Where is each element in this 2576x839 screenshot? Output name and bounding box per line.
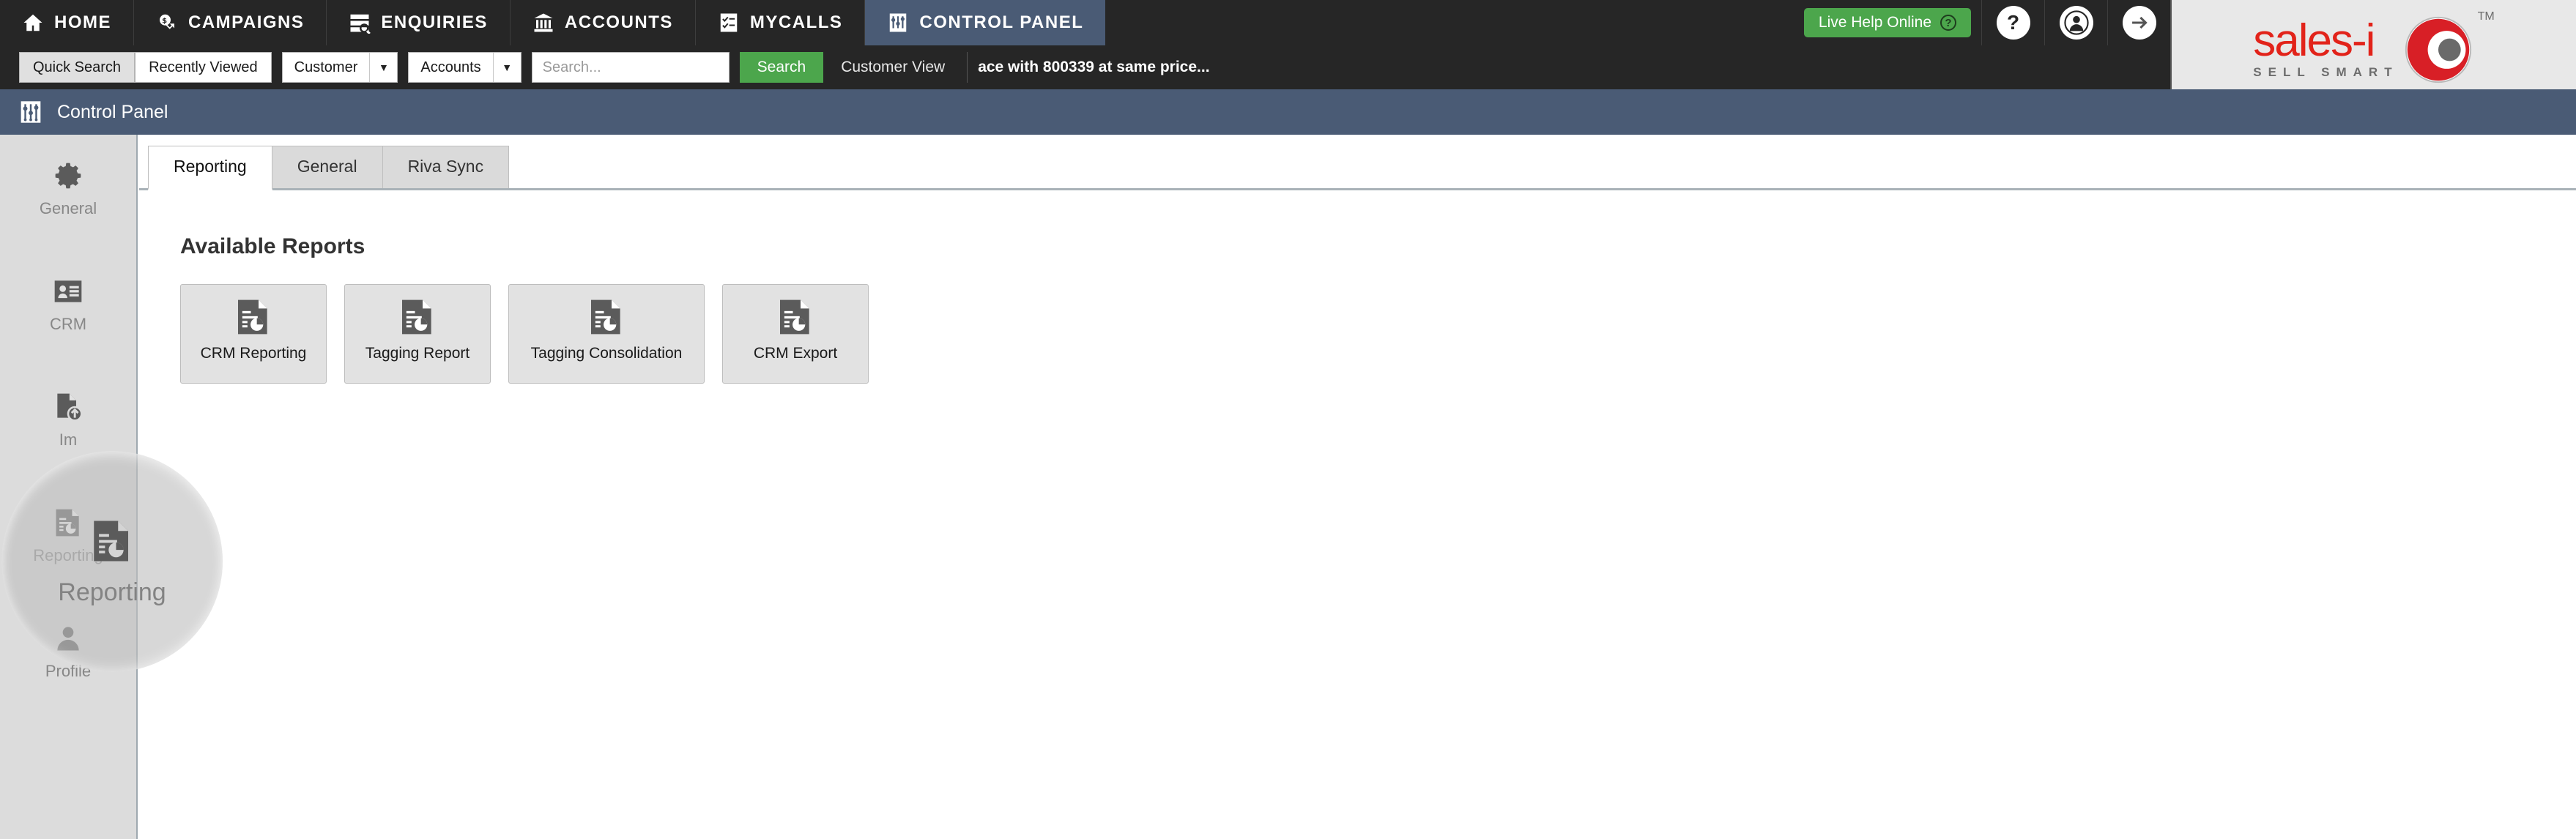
- sidebar-label-import: Im: [59, 430, 78, 449]
- search-input[interactable]: [531, 52, 730, 83]
- logo-trademark: TM: [2477, 10, 2495, 23]
- svg-text:$: $: [162, 18, 168, 26]
- nav-item-home[interactable]: HOME: [0, 0, 134, 45]
- report-tile-tagging-consolidation[interactable]: Tagging Consolidation: [508, 284, 705, 384]
- nav-label-enquiries: ENQUIRIES: [381, 12, 488, 32]
- nav-label-home: HOME: [54, 12, 111, 32]
- report-tile-label: CRM Reporting: [200, 345, 307, 362]
- chevron-down-icon: ▼: [492, 53, 521, 82]
- user-avatar-icon: [2059, 6, 2093, 40]
- report-tile-label: CRM Export: [753, 345, 838, 362]
- page-title-bar: Control Panel: [0, 89, 2576, 135]
- home-icon: [23, 14, 42, 31]
- nav-item-accounts[interactable]: ACCOUNTS: [511, 0, 696, 45]
- tab-general[interactable]: General: [271, 146, 383, 188]
- chevron-down-icon: ▼: [369, 53, 397, 82]
- report-document-icon: [238, 299, 267, 335]
- control-panel-icon: [890, 13, 907, 32]
- report-tile-label: Tagging Consolidation: [530, 345, 683, 362]
- help-icon: ?: [1996, 6, 2030, 40]
- nav-item-mycalls[interactable]: MYCALLS: [696, 0, 866, 45]
- import-icon: [57, 393, 83, 422]
- tab-riva-sync[interactable]: Riva Sync: [382, 146, 510, 188]
- campaigns-icon: $: [160, 14, 174, 29]
- logout-arrow-icon: [2122, 6, 2156, 40]
- logout-button[interactable]: [2107, 0, 2170, 45]
- help-button[interactable]: ?: [1981, 0, 2044, 45]
- report-tile-crm-reporting[interactable]: CRM Reporting: [180, 284, 327, 384]
- news-ticker-text: ace with 800339 at same price...: [978, 59, 1210, 75]
- sidebar-item-general[interactable]: General: [0, 160, 136, 218]
- sidebar-item-profile[interactable]: Profile: [0, 622, 136, 681]
- nav-item-enquiries[interactable]: ENQUIRIES: [327, 0, 511, 45]
- live-help-label: Live Help Online: [1818, 14, 1931, 31]
- nav-item-campaigns[interactable]: $ CAMPAIGNS: [134, 0, 327, 45]
- sidebar-label-profile: Profile: [45, 662, 92, 680]
- user-profile-button[interactable]: [2044, 0, 2107, 45]
- search-toolbar: Quick Search Recently Viewed Customer ▼ …: [0, 45, 2170, 89]
- crm-card-icon: [54, 280, 82, 302]
- search-mode-group: Quick Search Recently Viewed: [19, 52, 272, 83]
- logo-wordmark: sales-i: [2253, 15, 2375, 66]
- tab-strip: Reporting General Riva Sync: [139, 135, 2576, 190]
- nav-label-campaigns: CAMPAIGNS: [188, 12, 305, 32]
- page-title: Control Panel: [57, 101, 168, 122]
- logo-tagline: SELL SMART: [2253, 65, 2399, 80]
- report-document-icon: [591, 299, 620, 335]
- quick-search-button[interactable]: Quick Search: [19, 52, 136, 83]
- top-navigation-bar: HOME $ CAMPAIGNS ENQUIRIES ACCOUNTS MYCA…: [0, 0, 2170, 45]
- recently-viewed-button[interactable]: Recently Viewed: [135, 52, 272, 83]
- live-help-button[interactable]: Live Help Online ?: [1803, 8, 1971, 37]
- accounts-icon: [534, 13, 553, 32]
- customer-view-label: Customer View: [841, 59, 946, 75]
- sidebar-item-crm[interactable]: CRM: [0, 275, 136, 334]
- report-tile-grid: CRM Reporting Tagging Report Tagging Con…: [180, 284, 2576, 384]
- nav-item-control-panel[interactable]: CONTROL PANEL: [865, 0, 1106, 45]
- sidebar-item-import[interactable]: Im: [0, 391, 136, 450]
- person-icon: [57, 627, 79, 651]
- report-tile-tagging-report[interactable]: Tagging Report: [344, 284, 491, 384]
- sidebar-label-crm: CRM: [49, 315, 87, 333]
- nav-label-accounts: ACCOUNTS: [564, 12, 673, 32]
- sidebar-label-reporting: Reporting: [33, 546, 103, 564]
- mycalls-icon: [720, 13, 738, 32]
- sidebar-label-general: General: [39, 199, 97, 217]
- news-ticker: ace with 800339 at same price...: [967, 52, 2170, 83]
- sidebar-item-reporting[interactable]: Reporting: [0, 507, 136, 565]
- logo-text-group: sales-i SELL SMART: [2253, 15, 2399, 81]
- gear-icon: [55, 163, 81, 189]
- accounts-scope-dropdown[interactable]: Accounts ▼: [408, 52, 521, 83]
- report-tile-label: Tagging Report: [365, 345, 470, 362]
- accounts-scope-value: Accounts: [420, 59, 481, 75]
- question-mark-icon: ?: [1940, 15, 1956, 31]
- nav-label-control-panel: CONTROL PANEL: [919, 12, 1084, 32]
- main-content: Reporting General Riva Sync Available Re…: [139, 135, 2576, 839]
- report-tile-crm-export[interactable]: CRM Export: [722, 284, 869, 384]
- report-document-icon: [56, 509, 79, 537]
- tab-reporting[interactable]: Reporting: [148, 146, 272, 190]
- report-document-icon: [402, 299, 431, 335]
- nav-label-mycalls: MYCALLS: [749, 12, 843, 32]
- customer-type-dropdown[interactable]: Customer ▼: [281, 52, 398, 83]
- control-panel-icon: [21, 101, 41, 123]
- search-button[interactable]: Search: [739, 52, 824, 83]
- brand-logo: sales-i SELL SMART TM: [2170, 0, 2576, 101]
- logo-eye-mark: [2403, 15, 2473, 85]
- section-title: Available Reports: [180, 234, 365, 258]
- customer-type-value: Customer: [294, 59, 358, 75]
- enquiries-icon: [350, 14, 371, 34]
- report-document-icon: [780, 299, 809, 335]
- control-panel-sidebar: General CRM Im Reporting Profile: [0, 135, 138, 839]
